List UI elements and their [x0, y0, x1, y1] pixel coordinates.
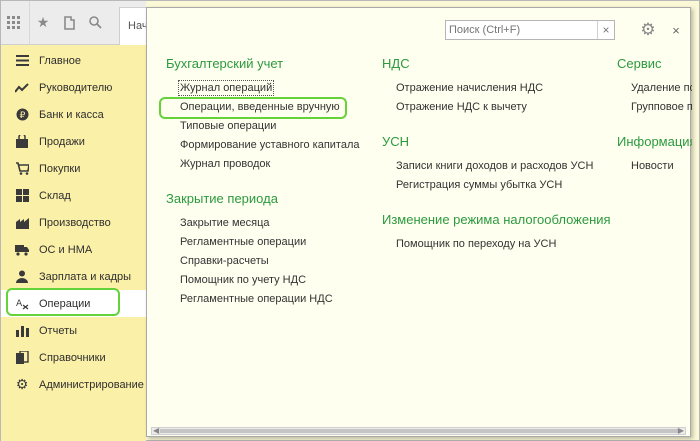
- truck-icon: [15, 243, 29, 257]
- sidebar-item-production[interactable]: Производство: [1, 209, 146, 236]
- sidebar-item-label: Справочники: [39, 351, 106, 364]
- sidebar-item-admin[interactable]: ⚙ Администрирование: [1, 371, 146, 398]
- scrollbar-thumb[interactable]: [160, 429, 678, 433]
- person-icon: [15, 270, 29, 284]
- app-window: ★ Нач Главное Руководителю ₽ Банк и касс…: [0, 0, 700, 441]
- sidebar-item-reports[interactable]: Отчеты: [1, 317, 146, 344]
- sidebar-item-salary[interactable]: Зарплата и кадры: [1, 263, 146, 290]
- operations-panel: × ⚙ × Бухгалтерский учет Журнал операций…: [146, 7, 692, 437]
- sidebar-item-label: ОС и НМА: [39, 243, 93, 256]
- sidebar-item-warehouse[interactable]: Склад: [1, 182, 146, 209]
- link-journal-entries[interactable]: Журнал проводок: [180, 158, 270, 170]
- link-journal-operations[interactable]: Журнал операций: [177, 80, 275, 96]
- link-usn-ledger[interactable]: Записи книги доходов и расходов УСН: [396, 160, 593, 172]
- tab-home-label: Нач: [128, 20, 148, 32]
- link-regulatory-operations[interactable]: Регламентные операции: [180, 236, 306, 248]
- section-title-tax-mode: Изменение режима налогообложения: [382, 212, 611, 227]
- bag-icon: [15, 135, 29, 149]
- link-vat-deduction[interactable]: Отражение НДС к вычету: [396, 101, 527, 113]
- link-usn-loss[interactable]: Регистрация суммы убытка УСН: [396, 179, 562, 191]
- highlight-frame-manual-operations: [159, 97, 347, 119]
- scroll-left-icon[interactable]: ◀: [153, 426, 159, 435]
- link-news[interactable]: Новости: [631, 160, 674, 172]
- sidebar-item-sales[interactable]: Продажи: [1, 128, 146, 155]
- star-icon[interactable]: ★: [30, 1, 56, 45]
- cart-icon: [15, 162, 29, 176]
- gear-icon: ⚙: [15, 376, 29, 392]
- sidebar-item-references[interactable]: Справочники: [1, 344, 146, 371]
- sidebar-item-label: Руководителю: [39, 81, 113, 94]
- link-usn-transition[interactable]: Помощник по переходу на УСН: [396, 238, 556, 250]
- link-vat-accrual[interactable]: Отражение начисления НДС: [396, 82, 543, 94]
- link-group-processing[interactable]: Групповое пе: [631, 101, 692, 113]
- sidebar-item-manager[interactable]: Руководителю: [1, 74, 146, 101]
- close-panel-button[interactable]: ×: [668, 21, 684, 39]
- sidebar-item-label: Склад: [39, 189, 71, 202]
- section-title-usn: УСН: [382, 134, 410, 149]
- link-vat-regulatory[interactable]: Регламентные операции НДС: [180, 293, 333, 305]
- sidebar-item-label: Банк и касса: [39, 108, 104, 121]
- scroll-right-icon[interactable]: ▶: [678, 426, 684, 435]
- search-input[interactable]: [446, 21, 597, 39]
- search-icon[interactable]: [82, 1, 108, 45]
- grid-icon[interactable]: [1, 1, 27, 45]
- column-accounting: Бухгалтерский учет: [166, 56, 283, 71]
- factory-icon: [15, 216, 29, 230]
- sidebar-item-label: Отчеты: [39, 324, 78, 337]
- clear-search-button[interactable]: ×: [597, 21, 614, 39]
- horizontal-scrollbar[interactable]: ◀ ▶: [151, 426, 686, 435]
- section-title-vat: НДС: [382, 56, 410, 71]
- books-icon: [15, 351, 29, 365]
- sidebar-item-label: Производство: [39, 216, 111, 229]
- bar-chart-icon: [15, 324, 29, 338]
- trend-icon: [15, 81, 29, 95]
- sidebar-item-label: Покупки: [39, 162, 81, 175]
- link-typical-operations[interactable]: Типовые операции: [180, 120, 276, 132]
- sidebar-item-label: Администрирование: [39, 378, 144, 391]
- link-vat-assistant[interactable]: Помощник по учету НДС: [180, 274, 306, 286]
- sidebar: Главное Руководителю ₽ Банк и касса Прод…: [1, 45, 146, 441]
- sidebar-item-main[interactable]: Главное: [1, 47, 146, 74]
- link-month-close[interactable]: Закрытие месяца: [180, 217, 270, 229]
- link-charter-capital[interactable]: Формирование уставного капитала: [180, 139, 360, 151]
- highlight-frame-sidebar: [6, 288, 120, 316]
- history-icon[interactable]: [56, 1, 82, 45]
- sidebar-item-bank[interactable]: ₽ Банк и касса: [1, 101, 146, 128]
- sidebar-item-purchases[interactable]: Покупки: [1, 155, 146, 182]
- sidebar-item-label: Зарплата и кадры: [39, 270, 132, 283]
- sidebar-item-label: Продажи: [39, 135, 85, 148]
- section-title-info: Информация: [617, 134, 692, 149]
- sidebar-item-label: Главное: [39, 54, 82, 67]
- section-title-period-close: Закрытие периода: [166, 191, 278, 206]
- panel-settings-icon[interactable]: ⚙: [637, 20, 659, 40]
- column-service-clip: Сервис Удаление пом Групповое пе Информа…: [617, 48, 692, 188]
- coin-icon: ₽: [15, 108, 29, 122]
- svg-text:₽: ₽: [19, 111, 25, 121]
- search-field[interactable]: ×: [445, 20, 615, 40]
- link-calculations[interactable]: Справки-расчеты: [180, 255, 269, 267]
- menu-lines-icon: [15, 54, 29, 68]
- section-title-accounting: Бухгалтерский учет: [166, 56, 284, 71]
- sidebar-item-assets[interactable]: ОС и НМА: [1, 236, 146, 263]
- section-title-service: Сервис: [617, 56, 662, 71]
- link-delete-marked[interactable]: Удаление пом: [631, 82, 692, 94]
- warehouse-icon: [15, 189, 29, 203]
